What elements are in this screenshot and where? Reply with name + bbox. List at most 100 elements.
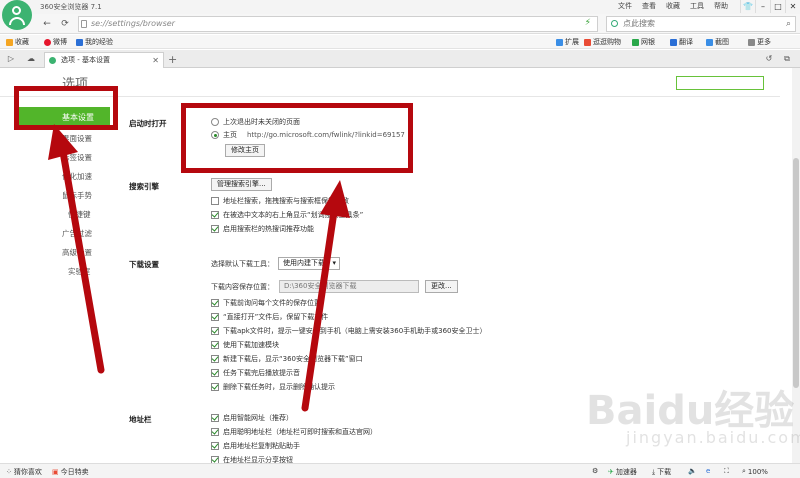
search-option[interactable]: 启用搜索栏的热搜词推荐功能: [211, 224, 314, 234]
download-option[interactable]: 任务下载完后播放提示音: [211, 368, 300, 378]
search-icon[interactable]: ⌕: [786, 19, 791, 29]
download-option[interactable]: 下载apk文件时，提示一键安装到手机（电脑上需安装360手机助手或360安全卫士…: [211, 326, 487, 336]
download-option[interactable]: “直接打开”文件后，保留下载文件: [211, 312, 328, 322]
search-option[interactable]: 地址栏搜索，拖拽搜索与搜索框保持一致: [211, 196, 349, 206]
status-daily-deals[interactable]: ▣ 今日特卖: [52, 467, 89, 477]
window-controls: 👕 – □ ✕: [740, 0, 800, 13]
highlight-box-sidebar: [14, 86, 118, 130]
search-input[interactable]: [623, 19, 773, 28]
checkbox[interactable]: [211, 313, 219, 321]
new-tab-icon[interactable]: +: [168, 53, 177, 66]
manage-search-engines-button[interactable]: 管理搜索引擎...: [211, 178, 272, 191]
download-option[interactable]: 新建下载后，显示“360安全浏览器下载”窗口: [211, 354, 363, 364]
download-option[interactable]: 使用下载加速模块: [211, 340, 279, 350]
bookmark-experience[interactable]: 我的经验: [76, 37, 113, 47]
url-text[interactable]: se://settings/browser: [91, 19, 175, 28]
option-label: 地址栏搜索，拖拽搜索与搜索框保持一致: [223, 197, 349, 205]
close-tab-icon[interactable]: ✕: [152, 53, 159, 68]
maximize-icon[interactable]: □: [770, 0, 785, 13]
checkbox[interactable]: [211, 197, 219, 205]
address-option[interactable]: 启用聪明地址栏（地址栏可即时搜索和直达官网）: [211, 427, 377, 437]
extension-icon: [556, 38, 563, 46]
bookmark-weibo[interactable]: 微博: [44, 37, 67, 47]
refresh-icon[interactable]: ⟳: [58, 17, 72, 31]
sidebar-item-tabs[interactable]: 标签设置: [62, 152, 786, 163]
download-tool-select[interactable]: 使用内建下载: [278, 257, 340, 270]
toolbar-extensions[interactable]: 扩展: [556, 37, 579, 47]
menu-file[interactable]: 文件: [618, 1, 632, 11]
checkbox[interactable]: [211, 414, 219, 422]
shirt-icon[interactable]: 👕: [740, 0, 755, 13]
toolbar-shopping[interactable]: 逛逛购物: [584, 37, 621, 47]
checkbox[interactable]: [211, 341, 219, 349]
bookmark-favorites[interactable]: 收藏: [6, 37, 29, 47]
sidebar-item-shortcuts[interactable]: 快捷键: [68, 209, 786, 220]
scrollbar-thumb[interactable]: [793, 158, 799, 388]
sidebar-item-interface[interactable]: 界面设置: [62, 133, 786, 144]
status-ie-mode[interactable]: e: [706, 467, 710, 475]
sidebar-toggle-icon[interactable]: ▷: [4, 52, 18, 66]
back-icon[interactable]: ←: [40, 17, 54, 31]
sidebar-item-advanced[interactable]: 高级设置: [62, 247, 786, 258]
cloud-icon[interactable]: ☁: [24, 52, 38, 66]
menu-favorites[interactable]: 收藏: [666, 1, 680, 11]
checkbox[interactable]: [211, 225, 219, 233]
status-accelerator[interactable]: ✈ 加速器: [608, 467, 637, 477]
address-bar[interactable]: se://settings/browser ⚡: [78, 16, 598, 32]
settings-search-input[interactable]: [676, 76, 764, 90]
sidebar-item-optimize[interactable]: 优化加速: [62, 171, 786, 182]
download-option[interactable]: 下载前询问每个文件的保存位置: [211, 298, 321, 308]
download-path-label: 下载内容保存位置：: [211, 282, 274, 292]
toolbar-screenshot[interactable]: 截图: [706, 37, 729, 47]
toolbar-bank[interactable]: 网银: [632, 37, 655, 47]
toolbar-translate[interactable]: 翻译: [670, 37, 693, 47]
checkbox[interactable]: [211, 369, 219, 377]
checkbox[interactable]: [211, 355, 219, 363]
toolbar-label: 翻译: [679, 38, 693, 46]
title-bar: 360安全浏览器 7.1 文件 查看 收藏 工具 帮助 👕 – □ ✕: [0, 0, 800, 14]
address-option[interactable]: 启用智能网址（推荐）: [211, 413, 293, 423]
search-box[interactable]: ⌕: [606, 16, 796, 32]
paw-icon: [76, 38, 83, 46]
address-option[interactable]: 启用地址栏复制粘贴助手: [211, 441, 300, 451]
status-fullscreen[interactable]: ⛶: [724, 467, 729, 476]
zoom-icon: ⌕: [742, 467, 746, 475]
download-icon: ⤓: [652, 467, 656, 476]
checkbox[interactable]: [211, 383, 219, 391]
option-label: 启用智能网址（推荐）: [223, 414, 293, 422]
status-bar: ⁘ 猜你喜欢 ▣ 今日特卖 ⚙ ✈ 加速器 ⤓ 下载 🔈 e ⛶ ⌕ 100%: [0, 463, 800, 478]
status-guess-like[interactable]: ⁘ 猜你喜欢: [6, 467, 42, 477]
lightning-icon[interactable]: ⚡: [585, 18, 591, 28]
user-avatar[interactable]: [2, 0, 32, 30]
menu-help[interactable]: 帮助: [714, 1, 728, 11]
download-option[interactable]: 删除下载任务时，显示删除确认提示: [211, 382, 335, 392]
status-zoom[interactable]: ⌕ 100%: [742, 467, 768, 476]
checkbox[interactable]: [211, 442, 219, 450]
minimize-icon[interactable]: –: [755, 0, 770, 13]
sidebar-item-lab[interactable]: 实验室: [68, 266, 786, 277]
tab-settings[interactable]: 选项 - 基本设置 ✕: [44, 52, 164, 68]
option-label: “直接打开”文件后，保留下载文件: [223, 313, 329, 321]
search-engine-icon[interactable]: [611, 20, 618, 27]
toolbar-more[interactable]: 更多: [748, 37, 771, 47]
avatar-head-icon: [12, 6, 21, 15]
status-download[interactable]: ⤓ 下载: [652, 467, 671, 477]
checkbox[interactable]: [211, 428, 219, 436]
checkbox[interactable]: [211, 211, 219, 219]
status-settings[interactable]: ⚙: [592, 467, 598, 475]
sidebar-item-adblock[interactable]: 广告过滤: [62, 228, 786, 239]
change-path-button[interactable]: 更改...: [425, 280, 458, 293]
search-option[interactable]: 在被选中文本的右上角显示“划词搜索工具条”: [211, 210, 363, 220]
download-tool-label: 选择默认下载工具：: [211, 259, 274, 269]
close-icon[interactable]: ✕: [785, 0, 800, 13]
status-sound[interactable]: 🔈: [688, 467, 697, 475]
sidebar-item-mouse-gestures[interactable]: 鼠标手势: [62, 190, 786, 201]
menu-tools[interactable]: 工具: [690, 1, 704, 11]
tab-list-icon[interactable]: ⧉: [780, 52, 794, 66]
checkbox[interactable]: [211, 327, 219, 335]
checkbox[interactable]: [211, 299, 219, 307]
download-path-field[interactable]: D:\360安全浏览器下载: [279, 280, 419, 293]
menu-view[interactable]: 查看: [642, 1, 656, 11]
option-label: 新建下载后，显示“360安全浏览器下载”窗口: [223, 355, 363, 363]
restore-tab-icon[interactable]: ↺: [762, 52, 776, 66]
